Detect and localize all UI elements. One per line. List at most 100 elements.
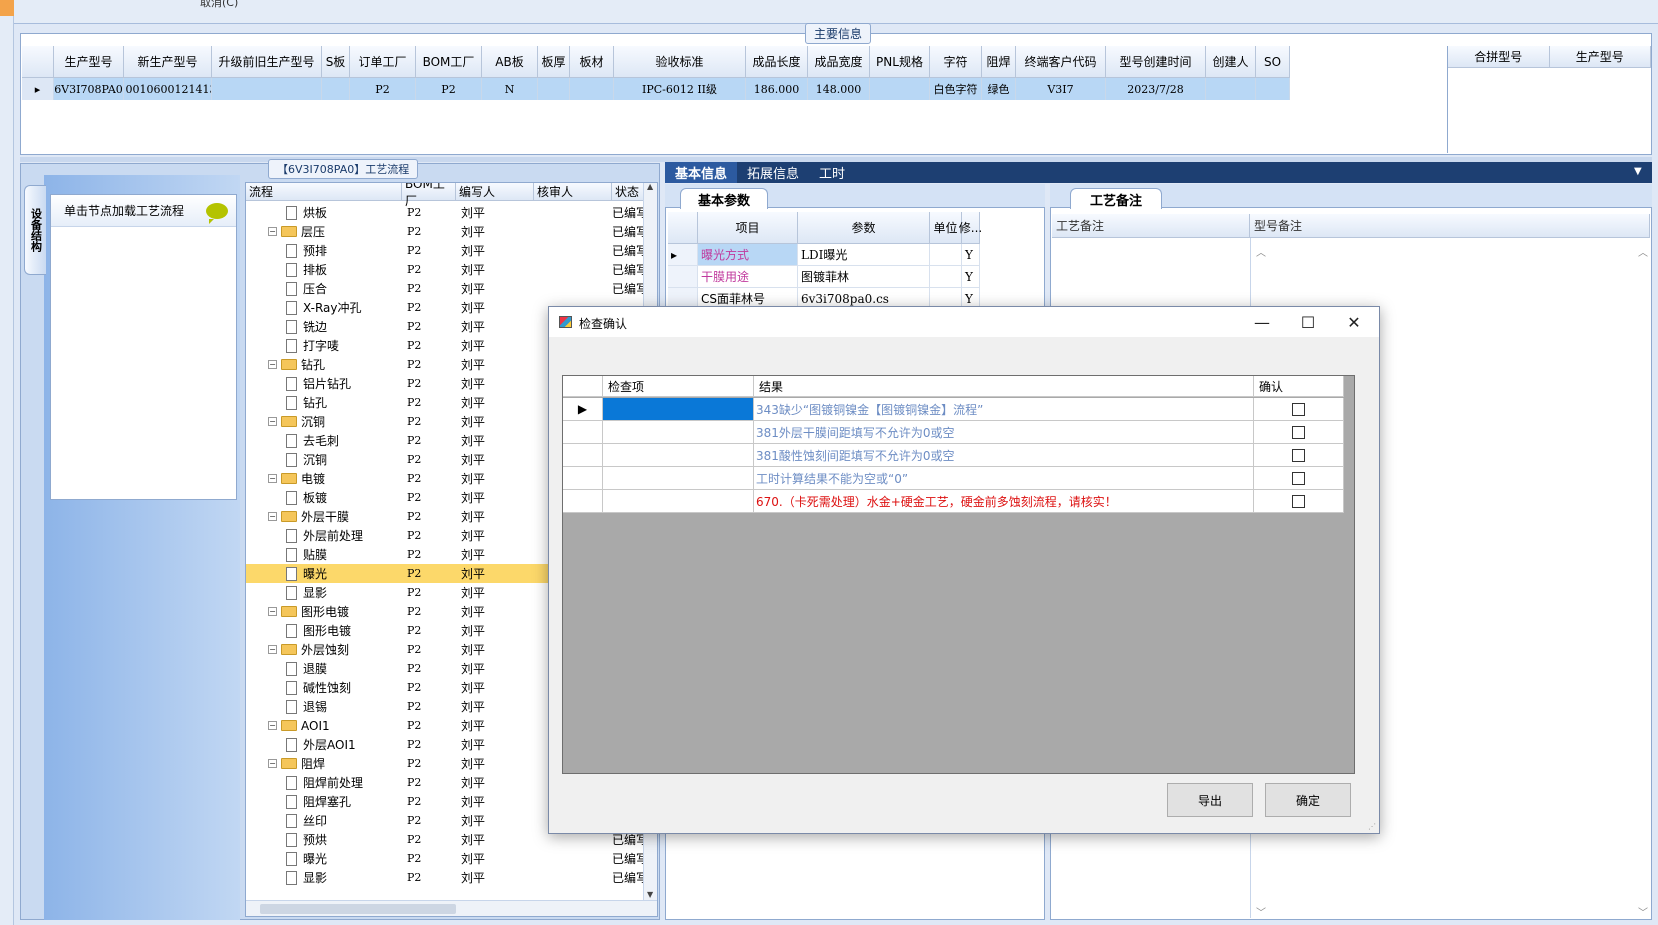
tree-node[interactable]: 外层前处理: [246, 527, 402, 544]
tab-craft-notes[interactable]: 工艺备注: [1070, 188, 1162, 209]
col-confirm[interactable]: 确认: [1254, 376, 1344, 396]
tree-node[interactable]: X-Ray冲孔: [246, 299, 402, 316]
main-cell[interactable]: 186.000: [746, 78, 808, 100]
tree-row[interactable]: 烘板 P2 刘平 已编写: [246, 203, 657, 222]
tab-detail[interactable]: 基本信息: [665, 162, 738, 183]
tree-col-header[interactable]: 编写人: [456, 183, 534, 200]
tree-node[interactable]: − 外层蚀刻: [246, 641, 402, 658]
main-cell[interactable]: 绿色: [982, 78, 1016, 100]
main-info-row[interactable]: ▸6V3I708PA010010600121413P2P2NIPC-6012 I…: [22, 78, 1290, 100]
check-confirm-cell[interactable]: [1254, 444, 1344, 466]
tree-row[interactable]: 预排 P2 刘平 已编写: [246, 241, 657, 260]
check-row[interactable]: 670.（卡死需处理）水金+硬金工艺，硬金前多蚀刻流程，请核实！: [563, 490, 1344, 513]
collapse-icon[interactable]: −: [268, 607, 277, 616]
remark-scroll-down-icon[interactable]: ﹀: [1638, 904, 1648, 919]
check-item-cell[interactable]: [603, 421, 754, 443]
param-col-header[interactable]: 项目: [698, 212, 798, 244]
maximize-icon[interactable]: ☐: [1285, 307, 1331, 337]
tree-node[interactable]: 曝光: [246, 850, 402, 867]
tree-row[interactable]: 排板 P2 刘平 已编写: [246, 260, 657, 279]
main-col-header[interactable]: 成品宽度: [808, 46, 870, 78]
tab-detail[interactable]: 拓展信息: [737, 162, 809, 183]
tree-node[interactable]: 钻孔: [246, 394, 402, 411]
tree-node[interactable]: 图形电镀: [246, 622, 402, 639]
close-icon[interactable]: ✕: [1331, 307, 1377, 337]
tree-node[interactable]: 退膜: [246, 660, 402, 677]
check-row[interactable]: 381外层干膜间距填写不允许为0或空: [563, 421, 1344, 444]
check-confirm-cell[interactable]: [1254, 467, 1344, 489]
minimize-icon[interactable]: —: [1239, 307, 1285, 337]
tree-node[interactable]: 沉铜: [246, 451, 402, 468]
tree-row[interactable]: 显影 P2 刘平 已编写: [246, 868, 657, 887]
main-col-header[interactable]: PNL规格: [870, 46, 930, 78]
tree-node[interactable]: − 沉铜: [246, 413, 402, 430]
confirm-checkbox[interactable]: [1292, 471, 1305, 485]
main-col-header[interactable]: 板厚: [538, 46, 570, 78]
main-cell[interactable]: 白色字符: [930, 78, 982, 100]
horizontal-scroll-thumb[interactable]: [260, 904, 456, 914]
main-col-header[interactable]: 成品长度: [746, 46, 808, 78]
main-cell[interactable]: 148.000: [808, 78, 870, 100]
main-col-header[interactable]: 验收标准: [614, 46, 746, 78]
scroll-up-arrow-icon[interactable]: ▲: [647, 183, 653, 191]
collapse-icon[interactable]: −: [268, 227, 277, 236]
check-row[interactable]: ▶ 343缺少“图镀铜镍金【图镀铜镍金】流程”: [563, 398, 1344, 421]
tree-node[interactable]: 退锡: [246, 698, 402, 715]
tree-node[interactable]: − AOI1: [246, 719, 402, 733]
main-col-header[interactable]: 字符: [930, 46, 982, 78]
tree-node[interactable]: 打字唛: [246, 337, 402, 354]
main-cell[interactable]: [538, 78, 570, 100]
tree-node[interactable]: 板镀: [246, 489, 402, 506]
collapse-icon[interactable]: −: [268, 512, 277, 521]
main-col-header[interactable]: 升级前旧生产型号: [212, 46, 322, 78]
craft-col-header[interactable]: 型号备注: [1250, 214, 1650, 237]
tree-node[interactable]: 铝片钻孔: [246, 375, 402, 392]
tree-node[interactable]: 显影: [246, 584, 402, 601]
check-item-cell[interactable]: [603, 467, 754, 489]
check-confirm-cell[interactable]: [1254, 398, 1344, 420]
tree-node[interactable]: − 钻孔: [246, 356, 402, 373]
tree-node[interactable]: 显影: [246, 869, 402, 886]
resize-grip-icon[interactable]: ⋰: [1368, 822, 1376, 831]
confirm-checkbox[interactable]: [1292, 448, 1305, 462]
collapse-icon[interactable]: −: [268, 474, 277, 483]
main-col-header[interactable]: 板材: [570, 46, 614, 78]
tab-basic-params[interactable]: 基本参数: [680, 188, 768, 209]
check-row[interactable]: 381酸性蚀刻间距填写不允许为0或空: [563, 444, 1344, 467]
check-item-cell[interactable]: [603, 444, 754, 466]
tree-node[interactable]: 去毛刺: [246, 432, 402, 449]
main-col-header[interactable]: BOM工厂: [416, 46, 482, 78]
tree-node[interactable]: − 外层干膜: [246, 508, 402, 525]
main-col-header[interactable]: 创建人: [1206, 46, 1256, 78]
ok-button[interactable]: 确定: [1265, 783, 1351, 817]
tree-row[interactable]: − 层压 P2 刘平 已编写: [246, 222, 657, 241]
tree-node[interactable]: 铣边: [246, 318, 402, 335]
side-col-header[interactable]: 生产型号: [1549, 46, 1651, 68]
collapse-icon[interactable]: −: [268, 721, 277, 730]
side-col-header[interactable]: 合拼型号: [1448, 46, 1550, 68]
main-col-header[interactable]: 生产型号: [54, 46, 124, 78]
tree-col-header[interactable]: 流程: [246, 183, 402, 200]
check-item-cell[interactable]: [603, 398, 754, 420]
tree-row[interactable]: 曝光 P2 刘平 已编写: [246, 849, 657, 868]
col-result[interactable]: 结果: [754, 376, 1254, 396]
main-col-header[interactable]: 新生产型号: [124, 46, 212, 78]
collapse-icon[interactable]: −: [268, 360, 277, 369]
main-cell[interactable]: [870, 78, 930, 100]
main-cell[interactable]: [322, 78, 350, 100]
tree-node[interactable]: 阻焊塞孔: [246, 793, 402, 810]
tree-node[interactable]: 预排: [246, 242, 402, 259]
main-col-header[interactable]: 终端客户代码: [1016, 46, 1106, 78]
export-button[interactable]: 导出: [1167, 783, 1253, 817]
main-col-header[interactable]: S板: [322, 46, 350, 78]
param-row[interactable]: ▸ 曝光方式 LDI曝光 Y: [668, 244, 980, 266]
tree-node[interactable]: 预烘: [246, 831, 402, 848]
check-item-cell[interactable]: [603, 490, 754, 512]
param-row[interactable]: 干膜用途 图镀菲林 Y: [668, 266, 980, 288]
param-value[interactable]: LDI曝光: [798, 244, 930, 266]
collapse-icon[interactable]: −: [268, 645, 277, 654]
main-cell[interactable]: P2: [350, 78, 416, 100]
tree-col-header[interactable]: BOM工厂: [402, 183, 456, 208]
tree-node[interactable]: 烘板: [246, 204, 402, 221]
main-cell[interactable]: 6V3I708PA0: [54, 78, 124, 100]
